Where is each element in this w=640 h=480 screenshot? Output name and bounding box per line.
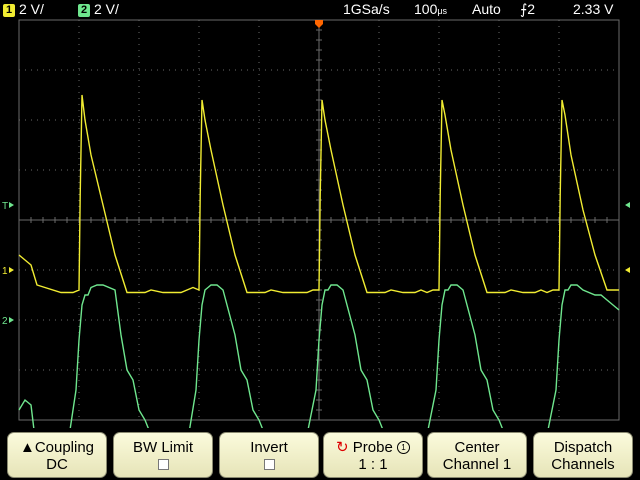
graticule (18, 19, 620, 421)
ch1-right-arrow (625, 267, 630, 273)
markers: 1 2 T (2, 20, 630, 327)
knob-icon: 1 (396, 441, 410, 454)
up-arrow-icon: ▲ (19, 439, 35, 456)
invert-softkey[interactable]: Invert (219, 432, 319, 478)
invert-checkbox[interactable] (263, 459, 275, 470)
trigger-level-marker-label: T (2, 201, 8, 212)
trigger-position-marker[interactable] (315, 20, 323, 28)
ch1-ground-marker[interactable]: 1 (2, 266, 14, 277)
probe-softkey[interactable]: ↻ Probe 1 1 : 1 (323, 432, 423, 478)
ch2-ground-marker[interactable]: 2 (2, 316, 14, 327)
center-softkey[interactable]: Center Channel 1 (427, 432, 527, 478)
ch2-ground-marker-arrow (9, 317, 14, 323)
trigger-level-marker-arrow (9, 202, 14, 208)
dispatch-softkey[interactable]: Dispatch Channels (533, 432, 633, 478)
trigger-level-marker[interactable]: T (2, 201, 14, 212)
trigger-right-arrow (625, 202, 630, 208)
softkey-bar: ▲Coupling DC BW Limit Invert ↻ Probe 1 1… (0, 428, 640, 480)
knob-rotate-icon: ↻ (336, 439, 349, 456)
ch1-ground-marker-arrow (9, 267, 14, 273)
ch1-ground-marker-label: 1 (2, 266, 8, 277)
waveform-display: 1 2 T (2, 19, 630, 428)
ch2-ground-marker-label: 2 (2, 316, 8, 327)
bw-limit-checkbox[interactable] (157, 459, 169, 470)
coupling-softkey[interactable]: ▲Coupling DC (7, 432, 107, 478)
bw-limit-softkey[interactable]: BW Limit (113, 432, 213, 478)
